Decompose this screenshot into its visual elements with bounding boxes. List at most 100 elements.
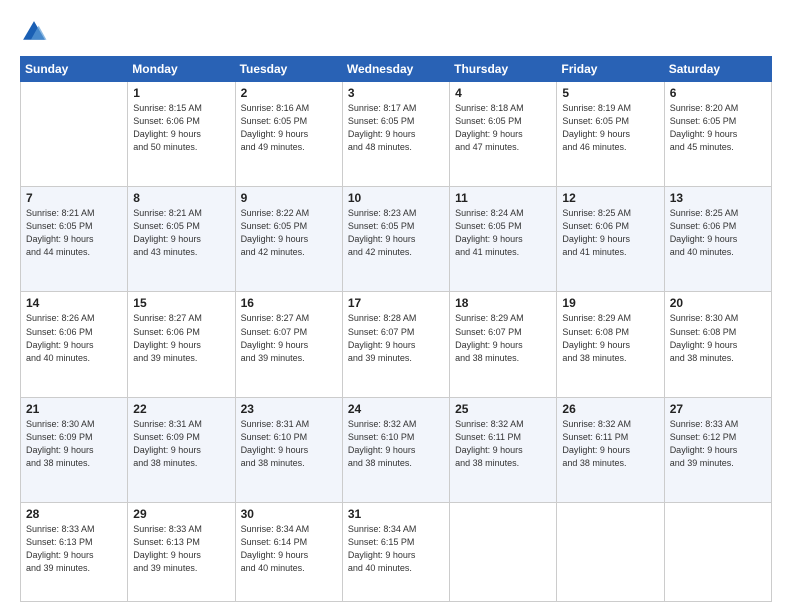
day-detail: Sunrise: 8:33 AMSunset: 6:12 PMDaylight:… [670,418,766,470]
header-cell-tuesday: Tuesday [235,57,342,82]
day-detail: Sunrise: 8:22 AMSunset: 6:05 PMDaylight:… [241,207,337,259]
day-detail: Sunrise: 8:27 AMSunset: 6:06 PMDaylight:… [133,312,229,364]
calendar-cell: 23 Sunrise: 8:31 AMSunset: 6:10 PMDayligh… [235,397,342,502]
day-number: 2 [241,86,337,100]
day-detail: Sunrise: 8:19 AMSunset: 6:05 PMDaylight:… [562,102,658,154]
day-detail: Sunrise: 8:26 AMSunset: 6:06 PMDaylight:… [26,312,122,364]
header [20,18,772,46]
calendar-cell: 30 Sunrise: 8:34 AMSunset: 6:14 PMDayligh… [235,502,342,601]
day-number: 5 [562,86,658,100]
day-detail: Sunrise: 8:30 AMSunset: 6:08 PMDaylight:… [670,312,766,364]
day-number: 28 [26,507,122,521]
day-number: 30 [241,507,337,521]
day-detail: Sunrise: 8:15 AMSunset: 6:06 PMDaylight:… [133,102,229,154]
day-detail: Sunrise: 8:32 AMSunset: 6:11 PMDaylight:… [562,418,658,470]
calendar-cell: 22Sunrise: 8:31 AMSunset: 6:09 PMDayligh… [128,397,235,502]
header-cell-wednesday: Wednesday [342,57,449,82]
week-row-2: 14 Sunrise: 8:26 AMSunset: 6:06 PMDayligh… [21,292,772,397]
day-number: 11 [455,191,551,205]
calendar-cell: 31 Sunrise: 8:34 AMSunset: 6:15 PMDayligh… [342,502,449,601]
day-number: 7 [26,191,122,205]
day-detail: Sunrise: 8:28 AMSunset: 6:07 PMDaylight:… [348,312,444,364]
day-number: 23 [241,402,337,416]
day-detail: Sunrise: 8:18 AMSunset: 6:05 PMDaylight:… [455,102,551,154]
day-number: 26 [562,402,658,416]
day-number: 24 [348,402,444,416]
day-detail: Sunrise: 8:21 AMSunset: 6:05 PMDaylight:… [133,207,229,259]
calendar-table: SundayMondayTuesdayWednesdayThursdayFrid… [20,56,772,602]
day-number: 20 [670,296,766,310]
day-number: 29 [133,507,229,521]
day-detail: Sunrise: 8:34 AMSunset: 6:14 PMDaylight:… [241,523,337,575]
day-number: 15 [133,296,229,310]
logo [20,18,52,46]
calendar-cell: 8 Sunrise: 8:21 AMSunset: 6:05 PMDaylight… [128,187,235,292]
header-cell-friday: Friday [557,57,664,82]
day-detail: Sunrise: 8:33 AMSunset: 6:13 PMDaylight:… [133,523,229,575]
day-detail: Sunrise: 8:33 AMSunset: 6:13 PMDaylight:… [26,523,122,575]
day-number: 1 [133,86,229,100]
day-number: 19 [562,296,658,310]
day-number: 9 [241,191,337,205]
header-cell-saturday: Saturday [664,57,771,82]
calendar-cell: 16Sunrise: 8:27 AMSunset: 6:07 PMDayligh… [235,292,342,397]
calendar-cell: 1 Sunrise: 8:15 AMSunset: 6:06 PMDaylight… [128,82,235,187]
day-number: 13 [670,191,766,205]
day-detail: Sunrise: 8:32 AMSunset: 6:11 PMDaylight:… [455,418,551,470]
calendar-cell: 18 Sunrise: 8:29 AMSunset: 6:07 PMDayligh… [450,292,557,397]
calendar-cell: 11 Sunrise: 8:24 AMSunset: 6:05 PMDayligh… [450,187,557,292]
calendar-cell: 9 Sunrise: 8:22 AMSunset: 6:05 PMDaylight… [235,187,342,292]
calendar-cell: 12 Sunrise: 8:25 AMSunset: 6:06 PMDayligh… [557,187,664,292]
calendar-cell: 20 Sunrise: 8:30 AMSunset: 6:08 PMDayligh… [664,292,771,397]
calendar-cell: 2Sunrise: 8:16 AMSunset: 6:05 PMDaylight… [235,82,342,187]
header-cell-sunday: Sunday [21,57,128,82]
calendar-cell: 28 Sunrise: 8:33 AMSunset: 6:13 PMDayligh… [21,502,128,601]
day-number: 8 [133,191,229,205]
day-detail: Sunrise: 8:29 AMSunset: 6:07 PMDaylight:… [455,312,551,364]
day-detail: Sunrise: 8:23 AMSunset: 6:05 PMDaylight:… [348,207,444,259]
day-detail: Sunrise: 8:32 AMSunset: 6:10 PMDaylight:… [348,418,444,470]
day-number: 31 [348,507,444,521]
calendar-cell: 14 Sunrise: 8:26 AMSunset: 6:06 PMDayligh… [21,292,128,397]
day-detail: Sunrise: 8:24 AMSunset: 6:05 PMDaylight:… [455,207,551,259]
day-number: 3 [348,86,444,100]
day-number: 25 [455,402,551,416]
calendar-body: 1 Sunrise: 8:15 AMSunset: 6:06 PMDaylight… [21,82,772,602]
day-number: 18 [455,296,551,310]
day-detail: Sunrise: 8:27 AMSunset: 6:07 PMDaylight:… [241,312,337,364]
day-number: 21 [26,402,122,416]
day-detail: Sunrise: 8:25 AMSunset: 6:06 PMDaylight:… [670,207,766,259]
page: SundayMondayTuesdayWednesdayThursdayFrid… [0,0,792,612]
calendar-cell: 24 Sunrise: 8:32 AMSunset: 6:10 PMDayligh… [342,397,449,502]
day-number: 17 [348,296,444,310]
logo-icon [20,18,48,46]
calendar-cell: 17 Sunrise: 8:28 AMSunset: 6:07 PMDayligh… [342,292,449,397]
calendar-header: SundayMondayTuesdayWednesdayThursdayFrid… [21,57,772,82]
calendar-cell [557,502,664,601]
day-number: 12 [562,191,658,205]
calendar-cell: 6Sunrise: 8:20 AMSunset: 6:05 PMDaylight… [664,82,771,187]
calendar-cell: 5 Sunrise: 8:19 AMSunset: 6:05 PMDaylight… [557,82,664,187]
day-detail: Sunrise: 8:34 AMSunset: 6:15 PMDaylight:… [348,523,444,575]
week-row-1: 7 Sunrise: 8:21 AMSunset: 6:05 PMDaylight… [21,187,772,292]
calendar-cell: 13 Sunrise: 8:25 AMSunset: 6:06 PMDayligh… [664,187,771,292]
week-row-0: 1 Sunrise: 8:15 AMSunset: 6:06 PMDaylight… [21,82,772,187]
day-number: 14 [26,296,122,310]
day-detail: Sunrise: 8:29 AMSunset: 6:08 PMDaylight:… [562,312,658,364]
calendar-cell: 25 Sunrise: 8:32 AMSunset: 6:11 PMDayligh… [450,397,557,502]
day-detail: Sunrise: 8:25 AMSunset: 6:06 PMDaylight:… [562,207,658,259]
header-cell-thursday: Thursday [450,57,557,82]
calendar-cell: 21 Sunrise: 8:30 AMSunset: 6:09 PMDayligh… [21,397,128,502]
calendar-cell: 3Sunrise: 8:17 AMSunset: 6:05 PMDaylight… [342,82,449,187]
calendar-cell: 27Sunrise: 8:33 AMSunset: 6:12 PMDayligh… [664,397,771,502]
day-detail: Sunrise: 8:31 AMSunset: 6:10 PMDaylight:… [241,418,337,470]
calendar-cell: 10 Sunrise: 8:23 AMSunset: 6:05 PMDayligh… [342,187,449,292]
day-detail: Sunrise: 8:21 AMSunset: 6:05 PMDaylight:… [26,207,122,259]
calendar-cell [664,502,771,601]
calendar-cell: 29 Sunrise: 8:33 AMSunset: 6:13 PMDayligh… [128,502,235,601]
day-number: 10 [348,191,444,205]
calendar-cell: 4Sunrise: 8:18 AMSunset: 6:05 PMDaylight… [450,82,557,187]
calendar-cell: 26 Sunrise: 8:32 AMSunset: 6:11 PMDayligh… [557,397,664,502]
day-detail: Sunrise: 8:20 AMSunset: 6:05 PMDaylight:… [670,102,766,154]
day-detail: Sunrise: 8:30 AMSunset: 6:09 PMDaylight:… [26,418,122,470]
